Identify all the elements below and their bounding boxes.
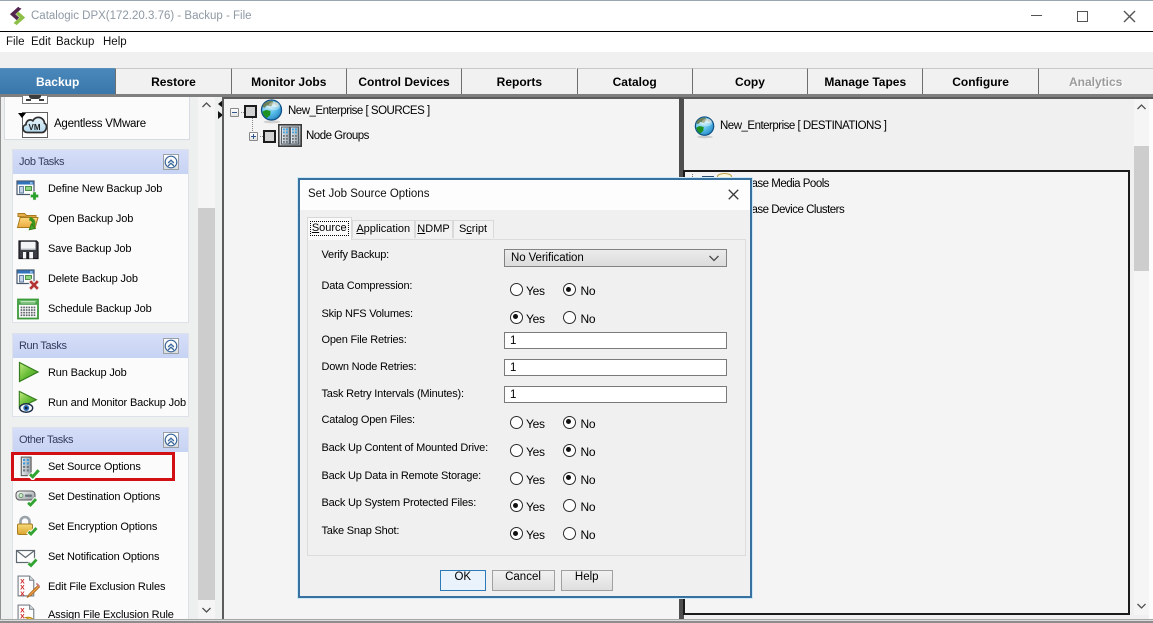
- svg-text:X: X: [20, 591, 25, 598]
- svg-text:VM: VM: [29, 123, 41, 132]
